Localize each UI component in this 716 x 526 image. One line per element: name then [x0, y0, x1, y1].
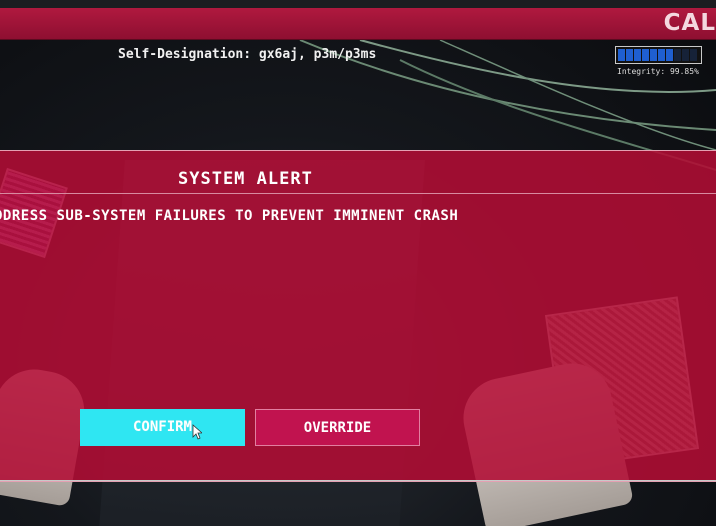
integrity-segment — [666, 49, 673, 61]
integrity-segment — [682, 49, 689, 61]
confirm-button[interactable]: CONFIRM — [80, 409, 245, 446]
integrity-segment — [674, 49, 681, 61]
integrity-segment — [642, 49, 649, 61]
self-designation-label: Self-Designation: gx6aj, p3m/p3ms — [118, 47, 377, 62]
integrity-segment — [626, 49, 633, 61]
integrity-label: Integrity: 99.85% — [617, 67, 699, 76]
dialog-bottom-rule — [0, 480, 716, 481]
mouse-cursor-icon — [192, 424, 202, 440]
integrity-segment — [690, 49, 697, 61]
integrity-segment — [650, 49, 657, 61]
alert-title: SYSTEM ALERT — [178, 169, 313, 189]
integrity-segment — [658, 49, 665, 61]
integrity-segment — [618, 49, 625, 61]
integrity-segment — [634, 49, 641, 61]
system-alert-dialog: SYSTEM ALERT DDRESS SUB-SYSTEM FAILURES … — [0, 150, 716, 482]
game-viewport: CAL Self-Designation: gx6aj, p3m/p3ms In… — [0, 0, 716, 526]
top-banner: CAL — [0, 8, 716, 40]
alert-title-bar: SYSTEM ALERT — [0, 151, 716, 194]
alert-message: DDRESS SUB-SYSTEM FAILURES TO PREVENT IM… — [0, 208, 459, 224]
integrity-bar — [615, 46, 702, 64]
override-button[interactable]: OVERRIDE — [255, 409, 420, 446]
banner-text: CAL — [663, 10, 716, 36]
